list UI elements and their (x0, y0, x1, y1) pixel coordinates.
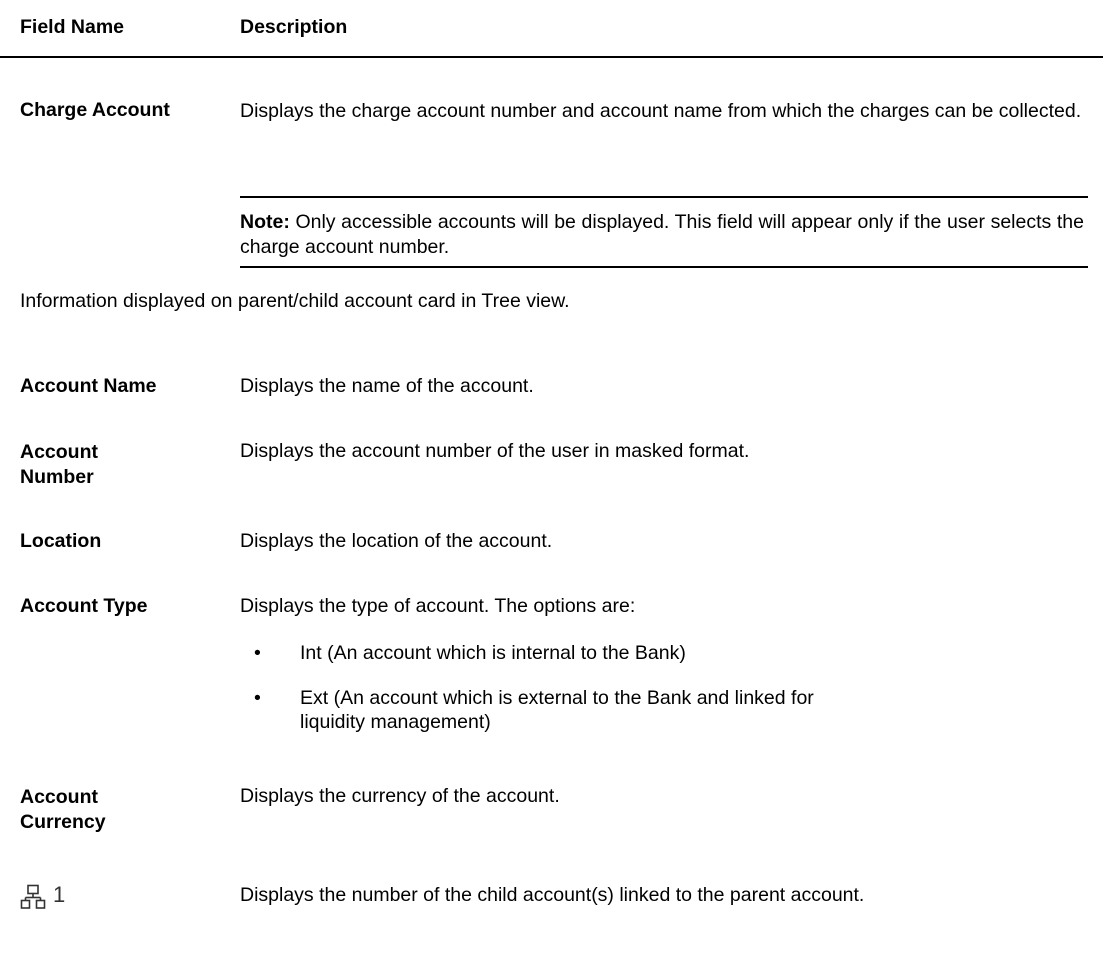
account-type-option-ext: • Ext (An account which is external to t… (254, 686, 820, 734)
note-body: Only accessible accounts will be display… (240, 211, 1084, 258)
note-text: Note: Only accessible accounts will be d… (240, 210, 1084, 260)
account-type-description: Displays the type of account. The option… (240, 595, 636, 617)
note-label: Note: (240, 211, 290, 233)
table-header: Field Name Description (0, 0, 1103, 58)
header-field-name: Field Name (20, 16, 125, 38)
account-type-label: Account Type (20, 595, 148, 617)
bullet-icon: • (254, 642, 261, 664)
account-number-description: Displays the account number of the user … (240, 440, 750, 462)
hierarchy-icon (20, 884, 46, 909)
bullet-icon: • (254, 687, 261, 709)
account-currency-description: Displays the currency of the account. (240, 785, 560, 807)
child-accounts-description: Displays the number of the child account… (240, 884, 865, 906)
location-label: Location (20, 530, 102, 552)
charge-account-description: Displays the charge account number and a… (240, 100, 1082, 122)
option-text: Int (An account which is internal to the… (300, 642, 686, 664)
account-name-label: Account Name (20, 375, 157, 397)
charge-account-label: Charge Account (20, 99, 170, 121)
account-currency-label: Account Currency (20, 786, 106, 833)
header-description: Description (240, 16, 348, 38)
note-box: Note: Only accessible accounts will be d… (240, 196, 1088, 268)
account-name-description: Displays the name of the account. (240, 375, 534, 397)
child-account-count: 1 (53, 882, 66, 907)
account-number-label: Account Number (20, 441, 98, 488)
tree-view-intro: Information displayed on parent/child ac… (20, 290, 570, 312)
account-type-option-int: • Int (An account which is internal to t… (254, 641, 820, 665)
option-text: Ext (An account which is external to the… (300, 687, 814, 733)
location-description: Displays the location of the account. (240, 530, 553, 552)
